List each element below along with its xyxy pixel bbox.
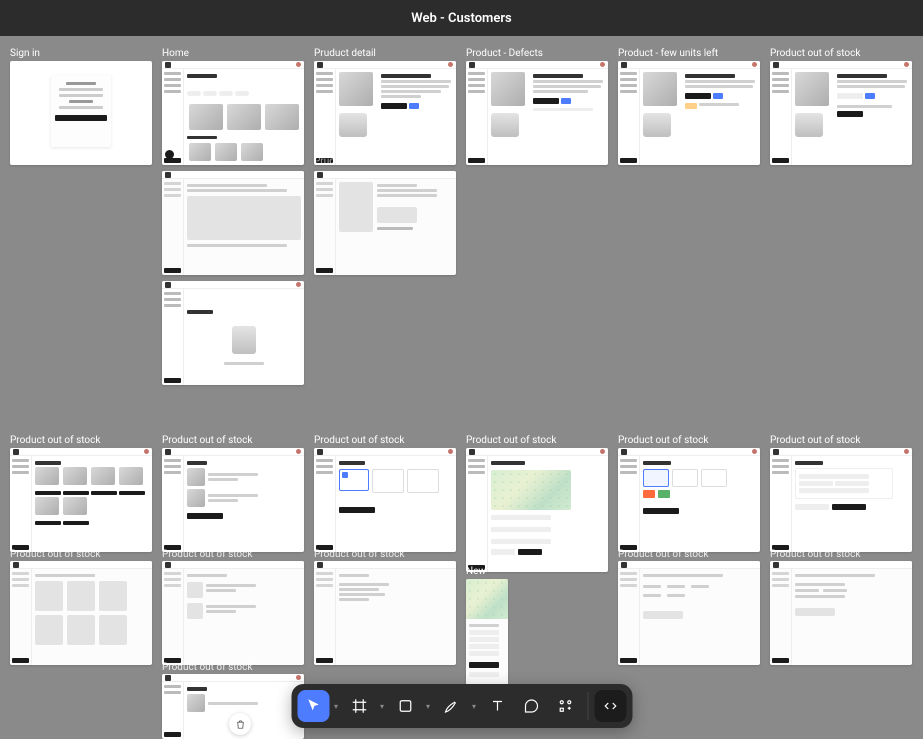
code-icon <box>601 697 619 715</box>
frame-poos-1[interactable] <box>770 61 912 165</box>
frame-tool-chevron[interactable]: ▾ <box>377 690 387 722</box>
frame-product-few[interactable] <box>618 61 760 165</box>
frame-label-pdetail[interactable]: Pruduct detail <box>314 48 376 59</box>
frame-product-defects[interactable] <box>466 61 608 165</box>
frame-label-poos-2c2[interactable]: Product out of stock <box>314 549 404 560</box>
frame-label-pfew[interactable]: Product - few units left <box>618 48 718 59</box>
pen-tool-button[interactable] <box>435 690 467 722</box>
frame-product-detail[interactable] <box>314 61 456 165</box>
frame-label-poos-2e[interactable]: Product out of stock <box>618 435 708 446</box>
frame-stones-wire[interactable] <box>10 561 152 665</box>
frame-label-poos-2b[interactable]: Product out of stock <box>162 435 252 446</box>
page-header-bar: Web - Customers <box>0 0 923 36</box>
frame-cart[interactable] <box>162 448 304 552</box>
frame-label-home[interactable]: Home <box>162 48 189 59</box>
shopping-bag-icon <box>235 719 246 730</box>
frame-pdetail-wire[interactable] <box>314 171 456 275</box>
frame-cart-wire[interactable] <box>162 561 304 665</box>
frame-home-empty[interactable] <box>162 281 304 385</box>
frame-home[interactable] <box>162 61 304 165</box>
bottom-toolbar: ▾ ▾ ▾ ▾ <box>291 684 632 728</box>
shopping-bag-fab[interactable] <box>229 713 251 735</box>
frame-new-address[interactable] <box>466 448 608 572</box>
dev-mode-button[interactable] <box>594 690 626 722</box>
frame-tool-button[interactable] <box>343 690 375 722</box>
frame-icon <box>350 697 368 715</box>
frame-label-poos-2d[interactable]: Product out of stock <box>466 435 556 446</box>
frame-payment-form-wire[interactable] <box>770 561 912 665</box>
frame-address[interactable] <box>314 448 456 552</box>
move-tool-chevron[interactable]: ▾ <box>331 690 341 722</box>
rectangle-icon <box>396 697 414 715</box>
pen-tool-chevron[interactable]: ▾ <box>469 690 479 722</box>
shape-tool-button[interactable] <box>389 690 421 722</box>
shape-tool-chevron[interactable]: ▾ <box>423 690 433 722</box>
frame-home-wire[interactable] <box>162 171 304 275</box>
frame-label-poos-2b3[interactable]: Product out of stock <box>162 662 252 673</box>
frame-label-poos-2f[interactable]: Product out of stock <box>770 435 860 446</box>
actions-tool-button[interactable] <box>549 690 581 722</box>
actions-icon <box>556 697 574 715</box>
frame-label-new[interactable]: New <box>466 566 486 577</box>
text-icon <box>488 697 506 715</box>
frame-label-poos-2e2[interactable]: Product out of stock <box>618 549 708 560</box>
comment-tool-button[interactable] <box>515 690 547 722</box>
frame-signin[interactable] <box>10 61 152 165</box>
frame-payment-wire[interactable] <box>618 561 760 665</box>
home-main <box>184 69 304 165</box>
frame-label-pdetail-overlap[interactable]: Pruduct detail <box>314 156 376 167</box>
topbar <box>162 61 304 69</box>
page-title: Web - Customers <box>411 11 511 26</box>
frame-label-poos-1[interactable]: Product out of stock <box>770 48 860 59</box>
frame-address-wire[interactable] <box>314 561 456 665</box>
toolbar-divider <box>587 692 588 720</box>
frame-label-signin[interactable]: Sign in <box>10 48 40 59</box>
frame-label-poos-2a[interactable]: Product out of stock <box>10 435 100 446</box>
move-tool-button[interactable] <box>297 690 329 722</box>
cursor-icon <box>304 697 322 715</box>
signin-card <box>51 75 111 147</box>
frame-label-poos-2f2[interactable]: Product out of stock <box>770 549 860 560</box>
frame-label-poos-2c[interactable]: Product out of stock <box>314 435 404 446</box>
frame-label-poos-2b2[interactable]: Product out of stock <box>162 549 252 560</box>
frame-label-pdefects[interactable]: Product - Defects <box>466 48 543 59</box>
pen-icon <box>442 697 460 715</box>
frame-payment-form[interactable] <box>770 448 912 552</box>
frame-payment[interactable] <box>618 448 760 552</box>
frame-stones[interactable] <box>10 448 152 552</box>
design-canvas[interactable]: Web - Customers Sign in Home <box>0 0 923 739</box>
floating-action <box>165 150 174 159</box>
frame-label-poos-2a2[interactable]: Product out of stock <box>10 549 100 560</box>
comment-icon <box>522 697 540 715</box>
text-tool-button[interactable] <box>481 690 513 722</box>
